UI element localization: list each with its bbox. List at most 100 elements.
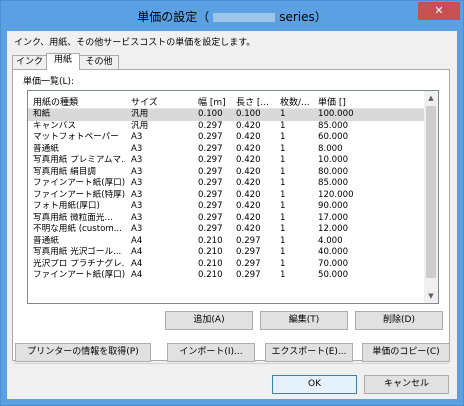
export-button[interactable]: エクスポート(E)...	[265, 343, 353, 362]
column-header-sheets[interactable]: 枚数/...	[280, 95, 315, 108]
cell-length: 0.297	[236, 247, 261, 257]
column-header-length[interactable]: 長さ [...	[236, 95, 276, 108]
cell-size: A3	[131, 224, 143, 234]
scroll-down-arrow-icon[interactable]: ▼	[424, 289, 438, 303]
cell-paper-type: 写真用紙 プレミアムマ...	[33, 155, 125, 165]
cell-sheets: 1	[280, 120, 286, 131]
close-icon: ✕	[434, 4, 444, 17]
cell-unit-price: 70.000	[318, 258, 349, 269]
cell-length: 0.420	[236, 178, 261, 188]
cell-paper-type: ファインアート紙(特厚)	[33, 189, 125, 200]
tab-paper[interactable]: 用紙	[46, 53, 80, 70]
tab-ink[interactable]: インク	[12, 55, 47, 69]
cell-size: A4	[131, 258, 143, 269]
table-row[interactable]: 和紙 汎用 0.100 0.100 1 100.000	[28, 109, 424, 121]
cell-unit-price: 120.000	[318, 189, 354, 200]
cell-unit-price: 50.000	[318, 270, 349, 280]
table-row[interactable]: 写真用紙 絹目調 A3 0.297 0.420 1 80.000	[28, 167, 424, 179]
description-text: インク、用紙、その他サービスコストの単価を設定します。	[14, 38, 256, 48]
price-list[interactable]: 用紙の種類 サイズ 幅 [m] 長さ [... 枚数/... 単価 [] 和紙汎…	[27, 90, 439, 304]
cell-unit-price: 10.000	[318, 155, 349, 165]
cell-sheets: 1	[280, 224, 286, 234]
cell-size: A4	[131, 235, 143, 246]
cell-length: 0.420	[236, 155, 261, 165]
scrollbar-thumb[interactable]	[426, 106, 436, 278]
delete-button[interactable]: 削除(D)	[355, 311, 443, 330]
cell-sheets: 1	[280, 258, 286, 269]
table-row[interactable]: マットフォトペーパー A3 0.297 0.420 1 60.000	[28, 132, 424, 144]
cell-paper-type: ファインアート紙(厚口)	[33, 178, 125, 188]
window-title: 単価の設定（ series）	[1, 8, 463, 25]
cell-length: 0.420	[236, 132, 261, 142]
table-row[interactable]: ファインアート紙(厚口) A4 0.210 0.297 1 50.000	[28, 270, 424, 282]
cell-size: A3	[131, 132, 143, 142]
table-row[interactable]: 不明な用紙 (custom... A3 0.297 0.420 1 12.000	[28, 224, 424, 236]
close-button[interactable]: ✕	[418, 2, 460, 20]
divider	[13, 363, 449, 364]
cell-length: 0.297	[236, 270, 261, 280]
title-bar[interactable]: 単価の設定（ series） ✕	[1, 1, 463, 31]
cell-size: A4	[131, 270, 143, 280]
cell-length: 0.297	[236, 258, 261, 269]
table-row[interactable]: キャンバス 汎用 0.297 0.420 1 85.000	[28, 121, 424, 133]
cell-size: A3	[131, 166, 143, 177]
table-row[interactable]: 普通紙 A3 0.297 0.420 1 8.000	[28, 144, 424, 156]
cell-unit-price: 100.000	[318, 109, 354, 119]
column-header-unit-price[interactable]: 単価 []	[318, 95, 363, 108]
cell-length: 0.297	[236, 235, 261, 246]
cell-length: 0.100	[236, 109, 261, 119]
ok-button[interactable]: OK	[272, 375, 357, 394]
cell-paper-type: 普通紙	[33, 143, 59, 154]
window-title-prefix: 単価の設定（	[137, 10, 210, 24]
cell-unit-price: 85.000	[318, 178, 349, 188]
cell-length: 0.420	[236, 120, 261, 131]
cell-unit-price: 90.000	[318, 201, 349, 211]
cell-length: 0.420	[236, 201, 261, 211]
table-row[interactable]: 普通紙 A4 0.210 0.297 1 4.000	[28, 236, 424, 248]
cell-size: 汎用	[131, 109, 149, 119]
table-row[interactable]: フォト用紙(厚口) A3 0.297 0.420 1 90.000	[28, 201, 424, 213]
cell-sheets: 1	[280, 166, 286, 177]
cell-length: 0.420	[236, 212, 261, 223]
cell-paper-type: 写真用紙 絹目調	[33, 166, 96, 177]
cell-size: A3	[131, 143, 143, 154]
cell-size: A3	[131, 201, 143, 211]
column-header-size[interactable]: サイズ	[131, 95, 191, 108]
cell-sheets: 1	[280, 212, 286, 223]
cell-sheets: 1	[280, 201, 286, 211]
edit-button[interactable]: 編集(T)	[260, 311, 348, 330]
scroll-up-arrow-icon[interactable]: ▲	[424, 91, 438, 105]
cell-paper-type: 不明な用紙 (custom...	[33, 224, 122, 234]
cell-unit-price: 40.000	[318, 247, 349, 257]
table-row[interactable]: 光沢プロ プラチナグレ... A4 0.210 0.297 1 70.000	[28, 259, 424, 271]
table-row[interactable]: 写真用紙 微粒面光... A3 0.297 0.420 1 17.000	[28, 213, 424, 225]
list-vertical-scrollbar[interactable]: ▲ ▼	[424, 91, 438, 303]
cancel-button[interactable]: キャンセル	[364, 375, 449, 394]
table-row[interactable]: ファインアート紙(厚口) A3 0.297 0.420 1 85.000	[28, 178, 424, 190]
list-header: 用紙の種類 サイズ 幅 [m] 長さ [... 枚数/... 単価 []	[28, 91, 424, 109]
cell-paper-type: 光沢プロ プラチナグレ...	[33, 258, 125, 269]
list-rows: 和紙 汎用 0.100 0.100 1 100.000 キャンバス 汎用 0.297 0.420 1…	[28, 109, 424, 282]
column-header-width[interactable]: 幅 [m]	[198, 95, 232, 108]
cell-unit-price: 85.000	[318, 120, 349, 131]
cell-paper-type: ファインアート紙(厚口)	[33, 270, 125, 280]
copy-price-button[interactable]: 単価のコピー(C)	[362, 343, 450, 362]
import-button[interactable]: インポート(I)...	[167, 343, 255, 362]
cell-unit-price: 4.000	[318, 235, 343, 246]
cell-length: 0.420	[236, 189, 261, 200]
column-header-paper-type[interactable]: 用紙の種類	[33, 95, 125, 108]
add-button[interactable]: 追加(A)	[165, 311, 253, 330]
table-row[interactable]: 写真用紙 プレミアムマ... A3 0.297 0.420 1 10.000	[28, 155, 424, 167]
get-printer-info-button[interactable]: プリンターの情報を取得(P)	[15, 343, 151, 362]
tab-other[interactable]: その他	[79, 55, 119, 69]
table-row[interactable]: 写真用紙 光沢ゴール... A4 0.210 0.297 1 40.000	[28, 247, 424, 259]
cell-sheets: 1	[280, 155, 286, 165]
unit-price-settings-window: 単価の設定（ series） ✕ インク、用紙、その他サービスコストの単価を設定し…	[0, 0, 464, 406]
cell-paper-type: キャンバス	[33, 120, 76, 131]
cell-unit-price: 12.000	[318, 224, 349, 234]
cell-size: A3	[131, 178, 143, 188]
cell-paper-type: 写真用紙 光沢ゴール...	[33, 247, 122, 257]
cell-sheets: 1	[280, 247, 286, 257]
table-row[interactable]: ファインアート紙(特厚) A3 0.297 0.420 1 120.000	[28, 190, 424, 202]
cell-paper-type: マットフォトペーパー	[33, 132, 119, 142]
